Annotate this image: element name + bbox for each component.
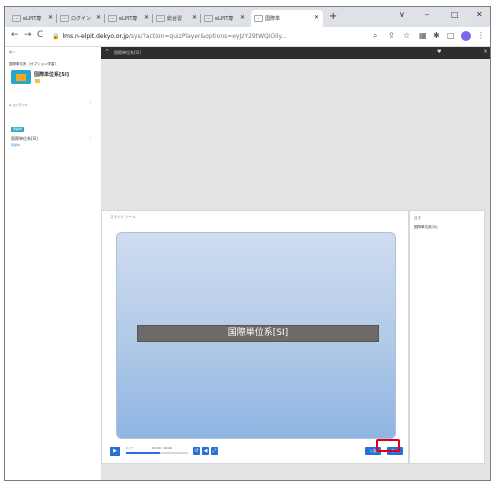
- profile-avatar[interactable]: [461, 31, 471, 41]
- course-name: 国際単位系[SI]: [34, 72, 70, 78]
- bookmark-star-icon[interactable]: ☆: [403, 31, 410, 40]
- player-topbar: ^ 国際単位系[SI] ♥ ×: [101, 47, 490, 59]
- back-link[interactable]: 前へ: [9, 50, 15, 54]
- tab-active[interactable]: e 国際単 ✕: [251, 10, 323, 27]
- lock-icon[interactable]: 🔒: [52, 33, 59, 40]
- player-topbar-title: 国際単位系[SI]: [114, 50, 141, 55]
- close-tab-icon[interactable]: ✕: [314, 14, 319, 21]
- tab-search-dropdown-icon[interactable]: ∨: [399, 10, 405, 19]
- slide-title: 国際単位系[SI]: [137, 325, 379, 342]
- volume-icon[interactable]: ◀: [202, 447, 209, 455]
- tab-label: 総合習: [167, 16, 183, 22]
- folder-icon: [35, 79, 40, 83]
- browser-toolbar: ← → C 🔒 lms.n-elpit.dekyo.or.jp/sys/?acti…: [5, 27, 490, 47]
- forward-button[interactable]: →: [24, 30, 32, 40]
- tab-label: eLPIT専: [23, 16, 42, 22]
- page-content: 前へ 国際単位系（オプション学習） 国際単位系[SI] ≡ コンテンツ ⋮ 受講…: [5, 47, 490, 480]
- contents-section-label[interactable]: ≡ コンテンツ: [9, 103, 27, 107]
- back-button[interactable]: ←: [11, 30, 19, 40]
- tab-label: ログイン: [71, 16, 92, 22]
- tab-5[interactable]: e eLPIT専 ✕: [201, 10, 249, 27]
- tab-favicon-icon: e: [204, 15, 213, 22]
- tab-2[interactable]: e ログイン ✕: [57, 10, 105, 27]
- extension-icon[interactable]: ▦: [419, 31, 427, 40]
- player-breadcrumb: スライド ツール: [110, 215, 136, 219]
- close-tab-icon[interactable]: ✕: [96, 14, 101, 21]
- browser-window: e eLPIT専 ✕ e ログイン ✕ e eLPIT専 ✕ e 総合習 ✕ e…: [4, 6, 491, 481]
- close-tab-icon[interactable]: ✕: [192, 14, 197, 21]
- player-controls: ▶ 1 / 7 00:00 / 00:00 ↺ ◀ ⤢ く戻 次 >: [110, 446, 403, 457]
- fullscreen-icon[interactable]: ⤢: [211, 447, 218, 455]
- course-thumbnail-icon: [11, 70, 31, 84]
- side-panel-icon[interactable]: □: [447, 31, 455, 40]
- main-area: ^ 国際単位系[SI] ♥ × スライド ツール 国際単位系[SI] ▶ 1 /…: [101, 47, 490, 480]
- close-tab-icon[interactable]: ✕: [144, 14, 149, 21]
- tab-favicon-icon: e: [156, 15, 165, 22]
- progress-bar[interactable]: [126, 452, 188, 454]
- tab-4[interactable]: e 総合習 ✕: [153, 10, 201, 27]
- tab-favicon-icon: e: [12, 15, 21, 22]
- url-host: lms.n-elpit.dekyo.or.jp: [62, 33, 129, 40]
- new-tab-button[interactable]: +: [329, 11, 337, 22]
- tab-favicon-icon: e: [254, 15, 263, 22]
- slide-player: スライド ツール 国際単位系[SI] ▶ 1 / 7 00:00 / 00:00…: [101, 210, 409, 464]
- replay-icon[interactable]: ↺: [193, 447, 200, 455]
- tab-strip: e eLPIT専 ✕ e ログイン ✕ e eLPIT専 ✕ e 総合習 ✕ e…: [5, 7, 490, 27]
- more-options-icon[interactable]: ⋮: [88, 101, 93, 107]
- tab-3[interactable]: e eLPIT専 ✕: [105, 10, 153, 27]
- play-button[interactable]: ▶: [110, 447, 120, 456]
- close-tab-icon[interactable]: ✕: [48, 14, 53, 21]
- content-item-name[interactable]: 国際単位系[SI]: [11, 136, 38, 142]
- tab-favicon-icon: e: [60, 15, 69, 22]
- menu-kebab-icon[interactable]: ⋮: [477, 31, 485, 40]
- content-item-status: 受講中: [11, 143, 21, 147]
- slide-canvas: 国際単位系[SI]: [116, 232, 396, 439]
- tab-label: eLPIT専: [119, 16, 138, 22]
- tab-1[interactable]: e eLPIT専 ✕: [9, 10, 57, 27]
- minimize-button[interactable]: –: [425, 10, 429, 19]
- tab-label: eLPIT専: [215, 16, 234, 22]
- close-tab-icon[interactable]: ✕: [240, 14, 245, 21]
- favorite-heart-icon[interactable]: ♥: [437, 49, 441, 55]
- close-player-icon[interactable]: ×: [483, 48, 488, 55]
- toc-item[interactable]: 国際単位系[SI]: [414, 225, 438, 230]
- course-path: 国際単位系（オプション学習）: [9, 62, 58, 66]
- tab-favicon-icon: e: [108, 15, 117, 22]
- next-button-highlight-box: [376, 439, 400, 452]
- extensions-puzzle-icon[interactable]: ✱: [433, 31, 440, 40]
- address-bar[interactable]: 🔒 lms.n-elpit.dekyo.or.jp/sys/?action=qui…: [52, 30, 367, 43]
- sidebar: 前へ 国際単位系（オプション学習） 国際単位系[SI] ≡ コンテンツ ⋮ 受講…: [5, 47, 102, 480]
- share-icon[interactable]: ⇪: [388, 31, 395, 40]
- close-window-button[interactable]: ✕: [476, 10, 483, 19]
- time-display: 00:00 / 00:00: [152, 446, 173, 450]
- maximize-button[interactable]: □: [451, 10, 459, 19]
- collapse-chevron-icon[interactable]: ^: [105, 49, 109, 55]
- status-badge: 受講中: [11, 127, 24, 132]
- toc-panel: 目次 国際単位系[SI]: [409, 210, 485, 464]
- url-path: /sys/?action=quizPlayer&options=eyJzY29t…: [128, 33, 287, 40]
- zoom-icon[interactable]: ⌕: [373, 31, 377, 41]
- item-options-icon[interactable]: ⋮: [88, 135, 93, 141]
- reload-button[interactable]: C: [37, 30, 43, 40]
- page-count: 1 / 7: [126, 446, 133, 450]
- tab-label: 国際単: [265, 16, 281, 22]
- toc-heading: 目次: [414, 216, 421, 220]
- progress-fill: [126, 452, 161, 454]
